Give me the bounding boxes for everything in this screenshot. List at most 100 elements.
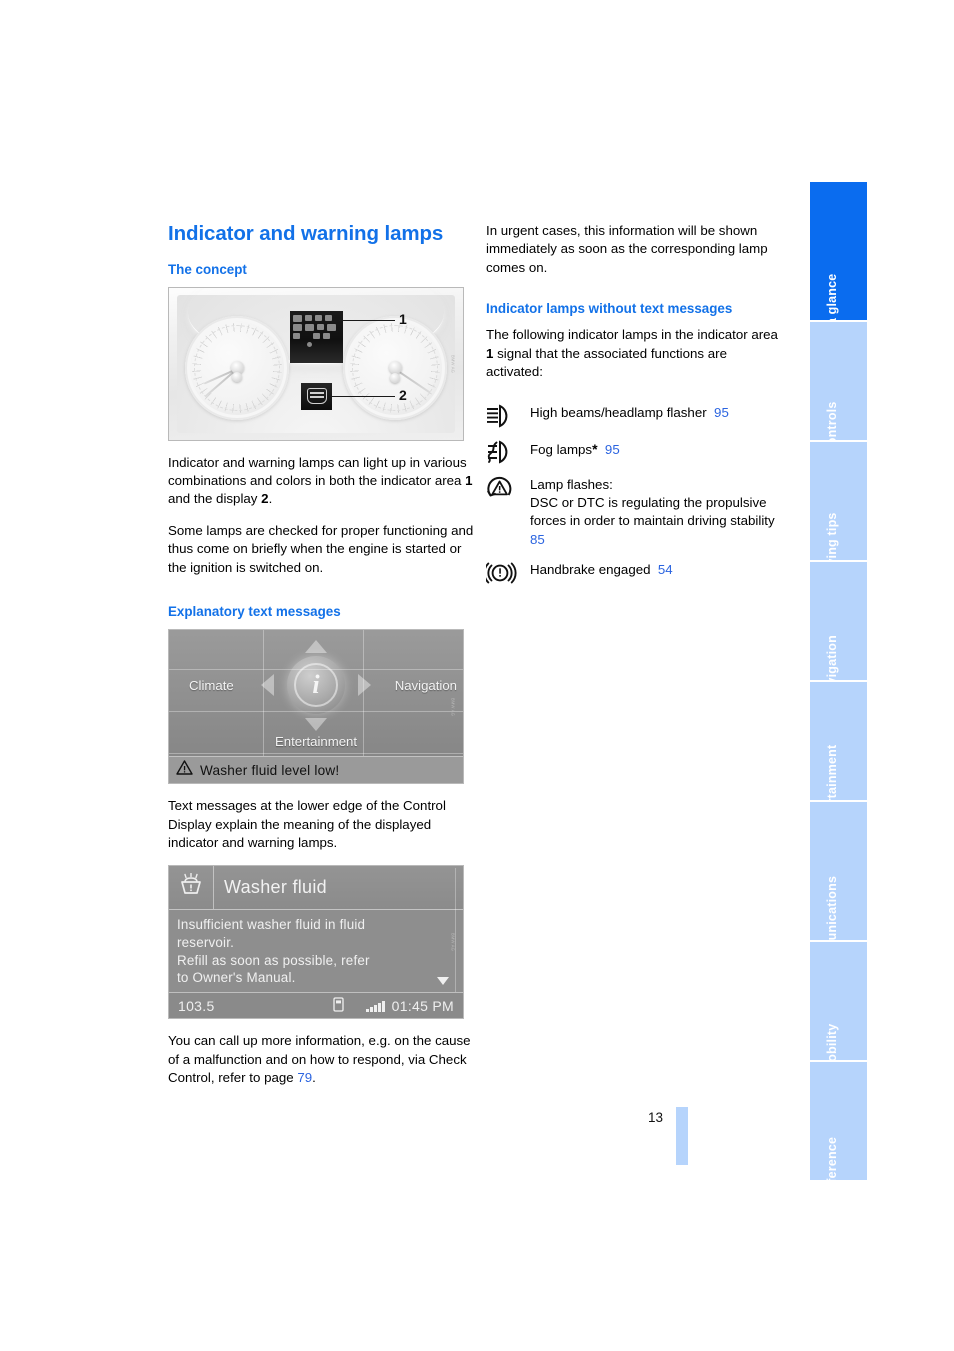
arrow-left-icon	[261, 674, 274, 697]
figure-instrument-cluster: 1 2 BMW AG	[168, 286, 464, 441]
figure-control-display-menu: i Climate Navigation Entertainment Washe…	[168, 629, 464, 785]
callout-number-1: 1	[399, 310, 407, 327]
washer-body-line: reservoir.	[177, 935, 235, 951]
lamp-text: Handbrake engaged	[530, 562, 651, 578]
indicator-lamp-glyph	[315, 314, 322, 321]
phone-icon	[333, 997, 344, 1015]
tab-mobility[interactable]: Mobility	[810, 942, 867, 1072]
lamp-label-fog-lamps: Fog lamps* 95	[530, 439, 620, 459]
page-reference-95-highbeam[interactable]: 95	[714, 405, 729, 420]
page-reference-79[interactable]: 79	[297, 1070, 312, 1085]
lamp-text: Fog lamps	[530, 441, 593, 457]
signal-strength-icon	[366, 1000, 385, 1012]
indicator-lamp-glyph	[307, 341, 312, 347]
indicator-lamp-glyph	[323, 332, 330, 339]
tab-controls[interactable]: Controls	[810, 322, 867, 455]
tab-communications[interactable]: Communications	[810, 802, 867, 980]
lamp-row-handbrake: Handbrake engaged 54	[486, 560, 786, 585]
gauge-hub-secondary	[390, 372, 400, 383]
page-title: Indicator and warning lamps	[168, 222, 444, 245]
washer-body-line: to Owner's Manual.	[177, 970, 296, 986]
gauge-hub-secondary	[232, 371, 242, 382]
indicator-lamp-glyph	[293, 332, 300, 339]
washer-dialog-title: Washer fluid	[224, 877, 327, 898]
radio-frequency-label: 103.5	[178, 997, 215, 1014]
page-reference-54[interactable]: 54	[658, 562, 673, 577]
tab-at-a-glance[interactable]: At a glance	[810, 182, 867, 342]
callout-leader-2	[329, 395, 395, 398]
section-tabs: At a glance Controls Driving tips Naviga…	[810, 182, 867, 1199]
tab-driving-tips[interactable]: Driving tips	[810, 442, 867, 584]
idrive-menu-grid: i Climate Navigation Entertainment	[169, 630, 463, 757]
indicator-lamp-glyph	[313, 332, 320, 339]
figure-credit: BMW AG	[450, 697, 456, 716]
washer-body-line: Insufficient washer fluid in fluid	[177, 917, 366, 933]
lamps-intro-paragraph: The following indicator lamps in the ind…	[486, 327, 778, 380]
figure-credit: BMW AG	[450, 354, 456, 373]
page-number: 13	[648, 1110, 664, 1125]
tachometer-gauge	[185, 315, 289, 420]
indicator-lamp-glyph	[327, 323, 336, 331]
arrow-right-icon	[358, 674, 371, 697]
page-reference-85[interactable]: 85	[530, 532, 545, 547]
text-messages-paragraph: Text messages at the lower edge of the C…	[168, 798, 446, 850]
lamp-text: DSC or DTC is regulating the propulsive …	[530, 494, 775, 529]
washer-status-bar: 103.5 01:45 PM	[169, 992, 463, 1019]
heading-indicator-lamps-without-text: Indicator lamps without text messages	[486, 301, 733, 317]
left-column: Indicator and warning lamps The concept	[168, 222, 474, 1101]
indicator-lamp-glyph	[325, 314, 332, 321]
heading-the-concept: The concept	[168, 261, 247, 277]
tab-label: Reference	[824, 1136, 839, 1200]
page-marker-bar	[676, 1107, 688, 1165]
callout-number-2: 2	[399, 386, 407, 403]
dsc-dtc-icon	[486, 475, 530, 504]
tab-reference[interactable]: Reference	[810, 1062, 867, 1199]
lamp-text: High beams/headlamp flasher	[530, 404, 707, 420]
warning-triangle-icon	[176, 760, 193, 780]
indicator-lamp-glyph	[305, 323, 314, 331]
check-control-text-post: .	[312, 1070, 316, 1086]
clock-label: 01:45 PM	[391, 997, 454, 1014]
info-icon: i	[287, 656, 345, 715]
idrive-warning-bar: Washer fluid level low!	[169, 756, 463, 784]
figure-credit: BMW AG	[450, 933, 456, 952]
concept-paragraph-1: Indicator and warning lamps can light up…	[168, 454, 473, 507]
washer-dialog-header: Washer fluid	[169, 866, 463, 911]
indicator-lamp-glyph	[293, 314, 302, 322]
arrow-down-icon	[305, 718, 327, 732]
washer-fluid-icon	[177, 873, 205, 902]
lamp-row-dsc-dtc: Lamp flashes: DSC or DTC is regulating t…	[486, 475, 786, 550]
right-column: In urgent cases, this information will b…	[486, 222, 786, 596]
figure-washer-fluid-message: Washer fluid Insufficient washer fluid i…	[168, 865, 464, 1020]
fog-lamp-icon	[486, 439, 530, 464]
indicator-lamp-area	[290, 310, 343, 363]
lamp-row-high-beams: High beams/headlamp flasher 95	[486, 403, 786, 428]
display-glyph-icon	[306, 388, 327, 405]
lamp-label-dsc-dtc: Lamp flashes: DSC or DTC is regulating t…	[530, 475, 786, 550]
menu-item-climate: Climate	[189, 678, 234, 694]
lamp-label-high-beams: High beams/headlamp flasher 95	[530, 403, 729, 422]
manual-page: Indicator and warning lamps The concept	[0, 0, 954, 1351]
tab-navigation[interactable]: Navigation	[810, 562, 867, 701]
info-icon-glyph: i	[294, 663, 338, 708]
indicator-lamp-glyph	[305, 314, 312, 321]
page-reference-95-fog[interactable]: 95	[605, 442, 620, 457]
cluster-display-area	[301, 382, 332, 410]
indicator-lamp-glyph	[293, 323, 302, 331]
cluster-background: 1 2	[177, 294, 455, 433]
heading-explanatory-text-messages: Explanatory text messages	[168, 604, 341, 620]
indicator-lamp-glyph	[317, 323, 324, 330]
washer-body-line: Refill as soon as possible, refer	[177, 952, 370, 968]
washer-dialog-body: Insufficient washer fluid in fluid reser…	[177, 916, 455, 987]
urgent-cases-paragraph: In urgent cases, this information will b…	[486, 223, 768, 275]
speedometer-gauge	[343, 315, 447, 420]
handbrake-icon	[486, 560, 530, 585]
menu-item-entertainment: Entertainment	[274, 734, 358, 750]
arrow-up-icon	[305, 640, 327, 654]
check-control-paragraph: You can call up more information, e.g. o…	[168, 1032, 474, 1087]
warning-message-text: Washer fluid level low!	[200, 762, 340, 778]
scroll-down-arrow-icon[interactable]	[437, 977, 449, 986]
header-divider	[213, 866, 214, 910]
high-beam-icon	[486, 403, 530, 428]
tab-entertainment[interactable]: Entertainment	[810, 682, 867, 831]
